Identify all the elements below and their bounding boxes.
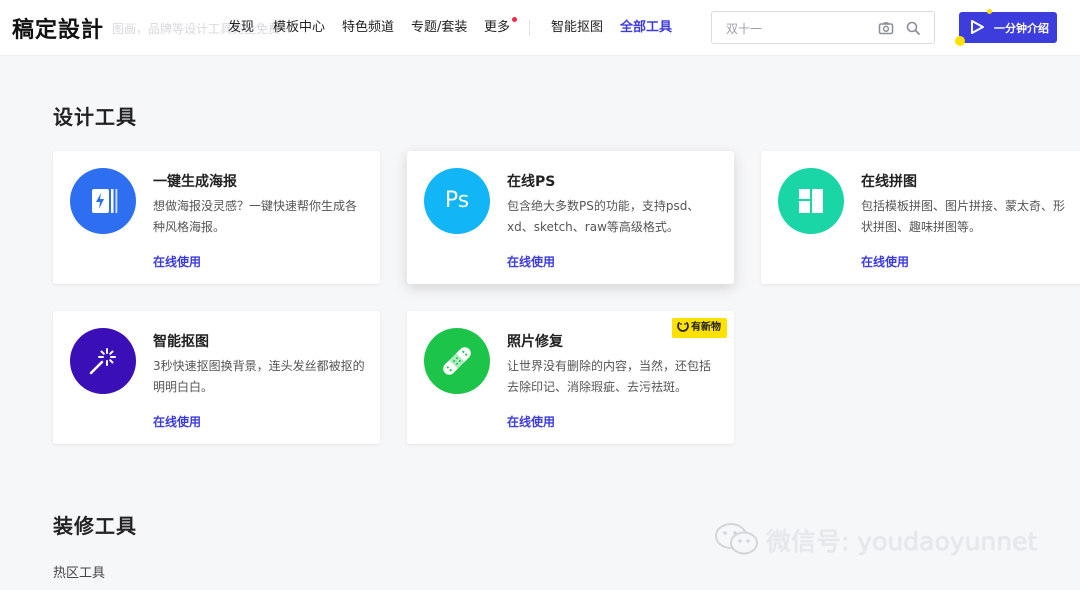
search-box [711, 11, 935, 44]
site-logo[interactable]: 稿定設計 [12, 12, 104, 44]
tool-card-smart-cutout[interactable]: 智能抠图 3秒快速抠图换背景，连头发丝都被抠的明明白白。 在线使用 [53, 311, 380, 444]
tool-card-collage[interactable]: 在线拼图 包括模板拼图、图片拼接、蒙太奇、形状拼图、趣味拼图等。 在线使用 [761, 151, 1080, 284]
poster-icon [70, 168, 136, 234]
nav-discover[interactable]: 发现 [228, 0, 254, 56]
use-online-link[interactable]: 在线使用 [153, 253, 201, 270]
notification-dot [512, 17, 518, 22]
hotspot-tool-item[interactable]: 热区工具 [53, 562, 105, 581]
new-badge-label: 有新物 [691, 322, 721, 333]
use-online-link[interactable]: 在线使用 [153, 413, 201, 430]
section-title-design-tools: 设计工具 [53, 105, 137, 129]
card-description: 想做海报没灵感？一键快速帮你生成各种风格海报。 [153, 199, 358, 234]
one-minute-intro-button[interactable]: 一分钟介绍 [959, 12, 1057, 43]
smile-icon [677, 322, 689, 332]
tool-card-poster[interactable]: 一键生成海报 想做海报没灵感？一键快速帮你生成各种风格海报。 在线使用 [53, 151, 380, 284]
use-online-link[interactable]: 在线使用 [507, 253, 555, 270]
card-description: 包含绝大多数PS的功能，支持psd、xd、sketch、raw等高级格式。 [507, 199, 700, 234]
tool-card-photo-repair[interactable]: 有新物 照片修复 让世界没有删除的内容，当然，还包括去除印记、消除瑕疵、去污祛斑… [407, 311, 734, 444]
tool-card-online-ps[interactable]: Ps 在线PS 包含绝大多数PS的功能，支持psd、xd、sketch、raw等… [407, 151, 734, 284]
watermark-text: 微信号: youdaoyunnet [766, 527, 1038, 556]
nav-more[interactable]: 更多 [484, 0, 518, 56]
nav-featured-channel[interactable]: 特色频道 [342, 0, 394, 56]
watermark: 微信号: youdaoyunnet [714, 522, 1037, 558]
card-description: 3秒快速抠图换背景，连头发丝都被抠的明明白白。 [153, 359, 365, 394]
top-header: 稿定設計 图画，品牌等设计工具完全免费 发现 模板中心 特色频道 专题/套装 更… [0, 0, 1080, 56]
use-online-link[interactable]: 在线使用 [861, 253, 909, 270]
use-online-link[interactable]: 在线使用 [507, 413, 555, 430]
nav-topics-sets[interactable]: 专题/套装 [411, 0, 467, 56]
card-title: 照片修复 [507, 334, 563, 350]
play-icon [971, 20, 984, 34]
nav-template-center[interactable]: 模板中心 [273, 0, 325, 56]
intro-label: 一分钟介绍 [994, 22, 1049, 35]
collage-icon [778, 168, 844, 234]
card-title: 在线拼图 [861, 174, 917, 190]
wechat-icon [715, 523, 758, 555]
section-title-decor-tools: 装修工具 [53, 514, 137, 538]
nav-divider [529, 20, 530, 36]
decor-dot-small [987, 9, 992, 14]
card-description: 让世界没有删除的内容，当然，还包括去除印记、消除瑕疵、去污祛斑。 [507, 359, 712, 394]
card-description: 包括模板拼图、图片拼接、蒙太奇、形状拼图、趣味拼图等。 [861, 199, 1066, 234]
search-icon[interactable] [905, 20, 921, 36]
card-title: 在线PS [507, 174, 556, 190]
bandage-icon [424, 328, 490, 394]
decor-dot [955, 36, 965, 46]
ps-icon-text: Ps [444, 188, 470, 213]
nav-all-tools[interactable]: 全部工具 [620, 0, 672, 56]
camera-icon[interactable] [878, 20, 894, 36]
card-title: 智能抠图 [153, 334, 209, 350]
search-input[interactable] [724, 18, 878, 40]
new-badge: 有新物 [672, 318, 727, 338]
ps-icon: Ps [424, 168, 490, 234]
nav-smart-cutout[interactable]: 智能抠图 [551, 0, 603, 56]
magic-wand-icon [70, 328, 136, 394]
card-title: 一键生成海报 [153, 174, 237, 190]
nav-more-label: 更多 [484, 20, 511, 35]
header-slogan: 图画，品牌等设计工具完全免费 [112, 22, 281, 36]
